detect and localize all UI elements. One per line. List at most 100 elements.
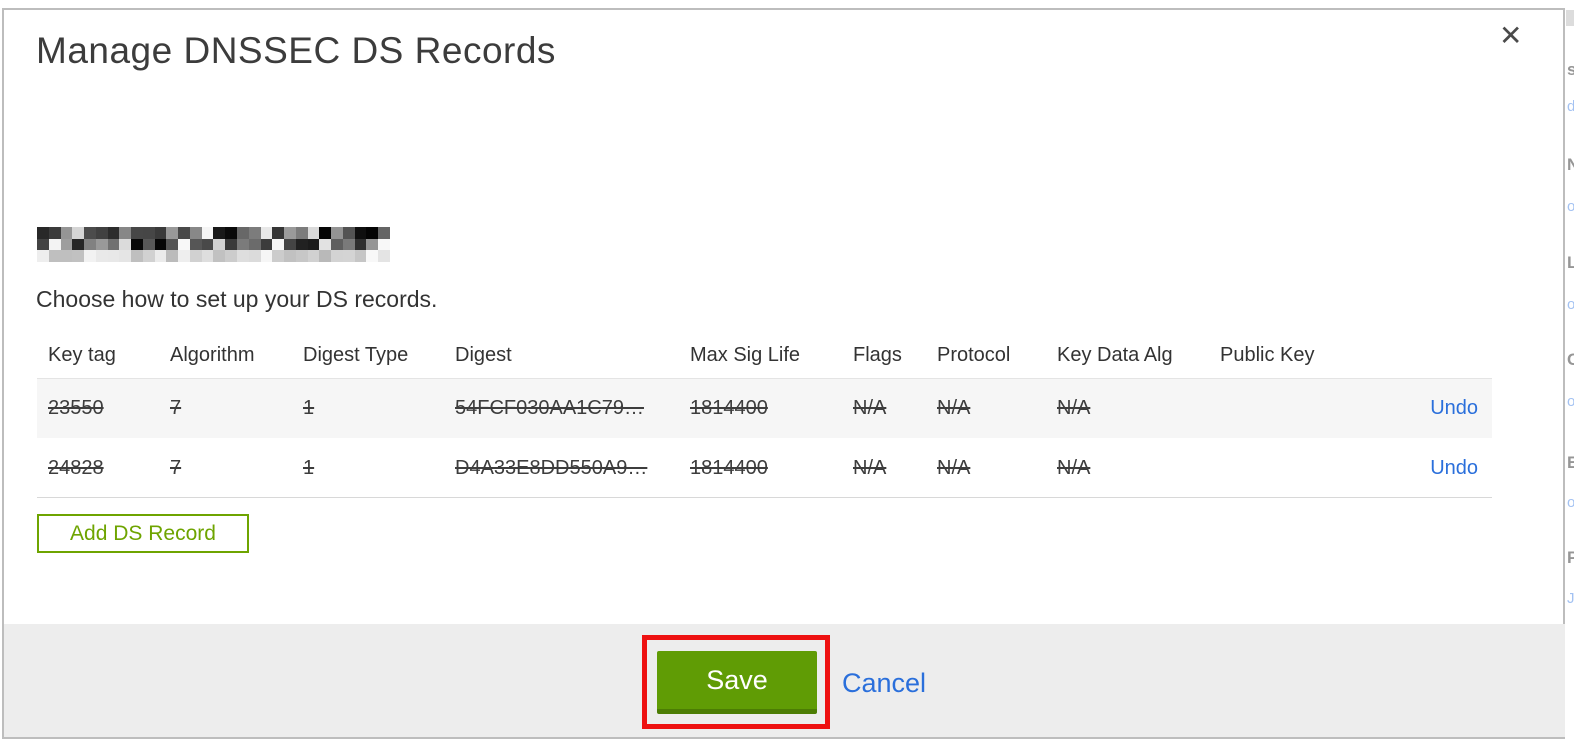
redaction-pixel — [307, 250, 320, 262]
column-header: Digest — [455, 343, 512, 366]
redaction-pixel — [342, 238, 355, 251]
redaction-pixel — [37, 250, 49, 262]
background-text-fragment: N — [1567, 155, 1574, 174]
redaction-pixel — [284, 238, 296, 251]
redaction-pixel — [342, 227, 355, 239]
redaction-pixel — [201, 227, 214, 239]
redaction-pixel — [378, 250, 390, 262]
column-header: Key Data Alg — [1057, 343, 1173, 366]
redaction-pixel — [201, 250, 214, 262]
column-header: Flags — [853, 343, 902, 366]
redaction-pixel — [225, 238, 238, 251]
redaction-pixel — [154, 238, 167, 251]
redaction-pixel — [131, 227, 143, 239]
table-row: 23550 7 1 54FCF030AA1C79… 1814400 N/A N/A N/A Un… — [37, 378, 1492, 438]
close-icon[interactable]: ✕ — [1499, 22, 1522, 50]
table-bottom-border — [37, 497, 1492, 498]
redaction-pixel — [366, 227, 379, 239]
redaction-pixel — [354, 250, 367, 262]
redaction-pixel — [95, 227, 108, 239]
redaction-pixel — [331, 227, 343, 239]
redaction-pixel — [37, 227, 49, 239]
background-text-fragment: E — [1567, 453, 1574, 472]
redaction-pixel — [119, 227, 132, 239]
redaction-pixel — [331, 250, 343, 262]
redaction-pixel — [48, 238, 61, 251]
redaction-pixel — [142, 250, 155, 262]
table-cell: 1814400 — [690, 456, 768, 479]
redaction-pixel — [260, 227, 273, 239]
redaction-pixel — [284, 250, 296, 262]
redaction-pixel — [295, 250, 308, 262]
table-cell: 54FCF030AA1C79… — [455, 397, 644, 419]
redaction-pixel — [237, 238, 249, 251]
redaction-pixel — [84, 238, 96, 251]
redaction-pixel — [272, 238, 285, 251]
redaction-pixel — [319, 227, 332, 239]
background-text-fragment: L — [1567, 253, 1574, 272]
redaction-pixel — [319, 238, 332, 251]
redaction-pixel — [272, 227, 285, 239]
redaction-pixel — [237, 250, 249, 262]
redaction-pixel — [142, 227, 155, 239]
redaction-pixel — [378, 227, 390, 239]
table-row: 24828 7 1 D4A33E8DD550A9… 1814400 N/A N/A N/A Un… — [37, 438, 1492, 498]
redaction-pixel — [72, 238, 85, 251]
background-text-fragment: P — [1567, 548, 1574, 567]
column-header: Digest Type — [303, 343, 409, 366]
redaction-pixel — [48, 250, 61, 262]
redaction-pixel — [295, 227, 308, 239]
redaction-pixel — [307, 227, 320, 239]
table-cell: 1 — [303, 456, 315, 479]
redaction-pixel — [342, 250, 355, 262]
column-header: Algorithm — [170, 343, 255, 366]
redaction-pixel — [272, 250, 285, 262]
redaction-pixel — [131, 250, 143, 262]
redaction-pixel — [166, 227, 179, 239]
redaction-pixel — [95, 238, 108, 251]
table-cell: D4A33E8DD550A9… — [455, 456, 648, 479]
redaction-pixel — [284, 227, 296, 239]
redaction-pixel — [248, 238, 261, 251]
redaction-pixel — [107, 250, 120, 262]
redaction-pixel — [107, 238, 120, 251]
redaction-pixel — [72, 250, 85, 262]
background-text-fragment: o — [1567, 198, 1574, 215]
redaction-pixel — [48, 227, 61, 239]
table-cell: N/A — [853, 456, 887, 479]
table-header-row: Key tag Algorithm Digest Type Digest Max Sig… — [37, 332, 1492, 378]
redaction-pixel — [248, 250, 261, 262]
undo-link[interactable]: Undo — [1412, 397, 1492, 420]
save-button[interactable]: Save — [657, 651, 817, 714]
add-ds-record-button[interactable]: Add DS Record — [37, 514, 249, 553]
redaction-pixel — [295, 238, 308, 251]
redaction-pixel — [260, 238, 273, 251]
table-cell: N/A — [1057, 397, 1091, 419]
redaction-pixel — [225, 250, 238, 262]
table-cell: N/A — [937, 456, 971, 479]
redaction-pixel — [119, 238, 132, 251]
background-text-fragment: o — [1567, 393, 1574, 410]
redaction-pixel — [331, 238, 343, 251]
background-text-fragment: d — [1567, 98, 1574, 115]
redaction-pixel — [366, 238, 379, 251]
cancel-link[interactable]: Cancel — [842, 668, 926, 699]
redaction-pixel — [178, 227, 190, 239]
undo-link[interactable]: Undo — [1412, 457, 1492, 480]
table-cell: N/A — [1057, 456, 1091, 479]
table-cell: 24828 — [48, 456, 104, 479]
table-cell: 7 — [170, 397, 182, 419]
redaction-pixel — [95, 250, 108, 262]
redaction-pixel — [84, 250, 96, 262]
redaction-pixel — [60, 250, 73, 262]
ds-records-table: Key tag Algorithm Digest Type Digest Max Sig… — [37, 332, 1492, 498]
redaction-pixel — [189, 238, 202, 251]
column-header: Public Key — [1220, 343, 1315, 366]
redaction-pixel — [178, 238, 190, 251]
background-fragment-block — [1566, 10, 1574, 26]
table-cell: 7 — [170, 456, 182, 479]
redaction-pixel — [319, 250, 332, 262]
table-cell: N/A — [937, 397, 971, 419]
page-title: Manage DNSSEC DS Records — [36, 30, 556, 71]
redaction-pixel — [260, 250, 273, 262]
